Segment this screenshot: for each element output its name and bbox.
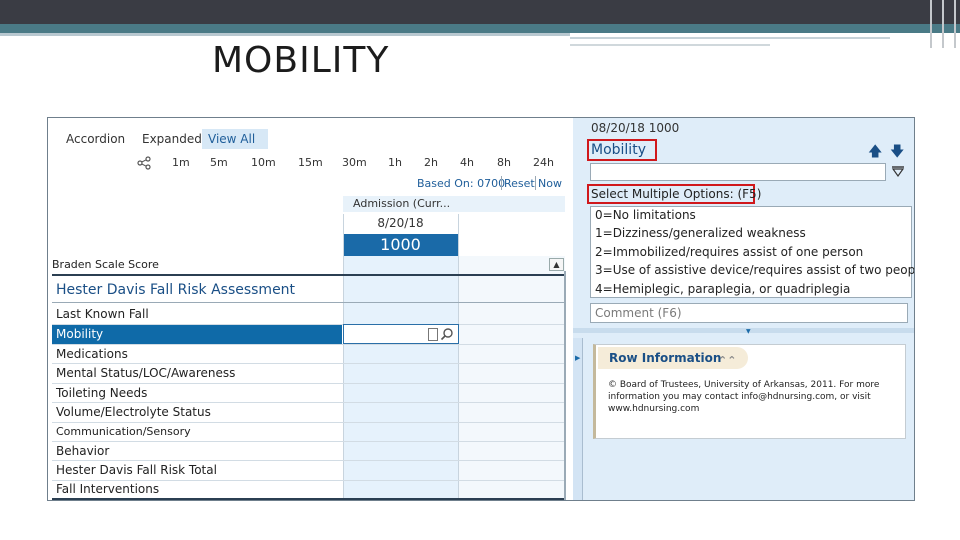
item-title: Mobility xyxy=(591,142,646,158)
option-item[interactable]: 1=Dizziness/generalized weakness xyxy=(595,226,806,240)
magnifier-icon[interactable] xyxy=(440,327,454,341)
grid-line xyxy=(343,214,344,500)
interval-15m[interactable]: 15m xyxy=(298,156,323,169)
scrollbar[interactable] xyxy=(564,271,566,500)
row-fall-interventions[interactable]: Fall Interventions xyxy=(52,480,342,499)
option-item[interactable]: 3=Use of assistive device/requires assis… xyxy=(595,263,914,277)
column-header[interactable]: Admission (Curr... xyxy=(343,196,565,212)
option-item[interactable]: 2=Immobilized/requires assist of one per… xyxy=(595,245,863,259)
splitter[interactable] xyxy=(573,328,914,333)
based-on-label[interactable]: Based On: 0700 xyxy=(417,177,505,190)
select-options-label: Select Multiple Options: (F5) xyxy=(591,187,762,201)
interval-2h[interactable]: 2h xyxy=(424,156,438,169)
row-medications[interactable]: Medications xyxy=(52,345,342,364)
row-information-card: Row Information ⌃⌃ © Board of Trustees, … xyxy=(593,344,906,439)
documentation-pane: ▶ 08/20/18 1000 Mobility 🡅 🡇 Select Mult… xyxy=(573,118,914,500)
header-band-teal xyxy=(0,24,960,33)
header-accent xyxy=(930,0,932,48)
column-time[interactable]: 1000 xyxy=(343,234,458,256)
slide: MOBILITY Accordion Expanded View All 1m … xyxy=(0,0,960,540)
interval-8h[interactable]: 8h xyxy=(497,156,511,169)
interval-1h[interactable]: 1h xyxy=(388,156,402,169)
interval-30m[interactable]: 30m xyxy=(342,156,367,169)
expand-arrow-icon[interactable]: ▶ xyxy=(575,354,580,362)
options-list: 0=No limitations 1=Dizziness/generalized… xyxy=(590,206,914,298)
splitter-arrow-icon[interactable]: ▼ xyxy=(746,328,751,335)
collapse-tab[interactable] xyxy=(573,338,583,500)
interval-1m[interactable]: 1m xyxy=(172,156,190,169)
empty-column xyxy=(458,256,565,500)
option-item[interactable]: 0=No limitations xyxy=(595,208,696,222)
separator xyxy=(501,176,502,190)
divider xyxy=(52,498,565,500)
row-communication-sensory[interactable]: Communication/Sensory xyxy=(52,422,342,441)
document-icon[interactable] xyxy=(428,328,438,341)
tab-view-all[interactable]: View All xyxy=(202,129,268,149)
share-icon[interactable] xyxy=(137,156,151,170)
row-mobility[interactable]: Mobility xyxy=(52,325,342,344)
row-information-title: Row Information xyxy=(609,351,722,365)
grid-line xyxy=(458,214,459,500)
now-link[interactable]: Now xyxy=(538,177,562,190)
scroll-up-button[interactable]: ▲ xyxy=(549,258,564,271)
chevron-up-icon[interactable]: ⌃⌃ xyxy=(718,350,736,372)
header-accent xyxy=(954,0,956,48)
comment-field[interactable]: Comment (F6) xyxy=(590,303,908,323)
reset-link[interactable]: Reset xyxy=(504,177,535,190)
result-datetime: 08/20/18 1000 xyxy=(591,121,680,135)
divider xyxy=(52,274,565,276)
slide-title: MOBILITY xyxy=(212,40,390,81)
previous-arrow-icon[interactable]: 🡅 xyxy=(868,141,882,165)
header-rule xyxy=(570,44,770,46)
mobility-input-cell[interactable] xyxy=(343,324,459,344)
column-date: 8/20/18 xyxy=(377,216,424,230)
tab-expanded[interactable]: Expanded xyxy=(136,129,208,149)
divider xyxy=(52,302,565,303)
row-volume-electrolyte[interactable]: Volume/Electrolyte Status xyxy=(52,403,342,422)
row-last-known-fall[interactable]: Last Known Fall xyxy=(52,305,342,324)
next-arrow-icon[interactable]: 🡇 xyxy=(890,141,904,165)
header-band-dark xyxy=(0,0,960,24)
row-information-text: © Board of Trustees, University of Arkan… xyxy=(608,380,880,414)
search-input[interactable] xyxy=(590,163,886,181)
header-accent xyxy=(942,0,944,48)
row-information-header[interactable]: Row Information ⌃⌃ xyxy=(598,347,748,369)
option-item[interactable]: 4=Hemiplegic, paraplegia, or quadriplegi… xyxy=(595,282,850,296)
separator xyxy=(535,176,536,190)
row-behavior[interactable]: Behavior xyxy=(52,442,342,461)
section-title[interactable]: Hester Davis Fall Risk Assessment xyxy=(56,282,295,298)
row-toileting-needs[interactable]: Toileting Needs xyxy=(52,384,342,403)
flowsheet-pane: Accordion Expanded View All 1m 5m 10m 15… xyxy=(48,118,573,500)
braden-scale-label[interactable]: Braden Scale Score xyxy=(52,258,342,271)
header-rule xyxy=(0,33,570,36)
filter-icon[interactable] xyxy=(891,165,905,179)
interval-24h[interactable]: 24h xyxy=(533,156,554,169)
ehr-screenshot: Accordion Expanded View All 1m 5m 10m 15… xyxy=(47,117,915,501)
row-mental-status[interactable]: Mental Status/LOC/Awareness xyxy=(52,364,342,383)
row-fall-risk-total[interactable]: Hester Davis Fall Risk Total xyxy=(52,461,342,480)
header-rule xyxy=(570,37,890,39)
interval-10m[interactable]: 10m xyxy=(251,156,276,169)
tab-accordion[interactable]: Accordion xyxy=(60,129,131,149)
interval-5m[interactable]: 5m xyxy=(210,156,228,169)
interval-4h[interactable]: 4h xyxy=(460,156,474,169)
result-column xyxy=(343,256,458,500)
